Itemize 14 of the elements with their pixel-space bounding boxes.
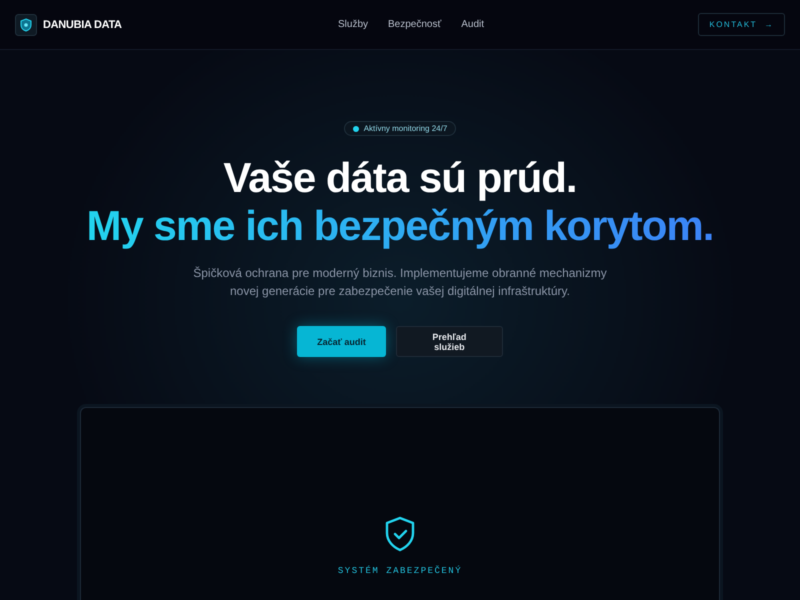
services-button[interactable]: Prehľad služieb <box>396 326 503 357</box>
intro-text: Špičková ochrana pre moderný biznis. Implementujeme obranné mechanizmy novej generácie pre zabezpečenie vašej digitálnej infraštruktúry. <box>192 265 608 300</box>
brand-name: DANUBIA DATA <box>43 18 122 30</box>
start-audit-button[interactable]: Začať audit <box>297 326 386 357</box>
nav-link[interactable]: Služby <box>338 19 368 30</box>
badge-text: Aktívny monitoring 24/7 <box>364 124 448 133</box>
headline: Vaše dáta sú prúd. <box>223 154 577 202</box>
contact-button[interactable]: KONTAKT → <box>698 13 785 36</box>
dot-icon <box>352 126 359 132</box>
shield-check-icon <box>384 516 416 552</box>
nav-link[interactable]: Audit <box>461 19 484 30</box>
nav-link[interactable]: Bezpečnosť <box>388 19 442 30</box>
status-text: SYSTÉM ZABEZPEČENÝ <box>338 566 462 576</box>
shield-logo-icon <box>15 14 37 36</box>
